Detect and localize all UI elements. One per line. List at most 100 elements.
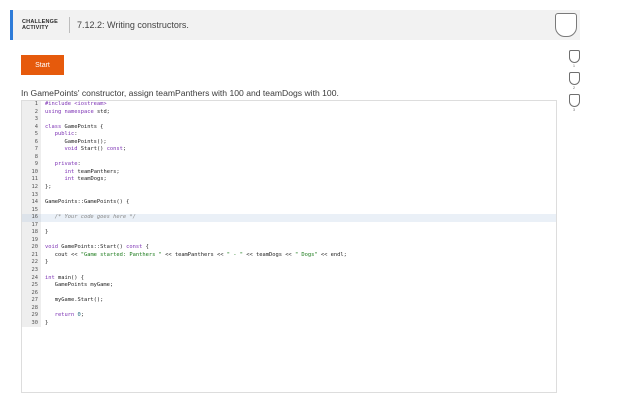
code-line[interactable]: 2 using namespace std;: [22, 108, 556, 117]
line-number: 28: [22, 304, 41, 313]
code-line[interactable]: 3: [22, 116, 556, 124]
code-text[interactable]: GamePoints myGame;: [41, 282, 113, 290]
code-text[interactable]: private:: [41, 161, 81, 169]
code-editor[interactable]: 1 #include <iostream> 2 using namespace std…: [21, 100, 557, 393]
level-indicator[interactable]: 2: [568, 72, 580, 91]
code-text[interactable]: [41, 192, 45, 200]
code-line[interactable]: 24 int main() {: [22, 274, 556, 283]
code-line[interactable]: 19: [22, 236, 556, 245]
line-number: 29: [22, 312, 41, 320]
code-line[interactable]: 11 int teamDogs;: [22, 176, 556, 185]
code-text[interactable]: }: [41, 229, 48, 237]
line-number: 4: [22, 123, 41, 132]
code-text[interactable]: class GamePoints {: [41, 124, 103, 132]
line-number: 11: [22, 176, 41, 185]
code-line[interactable]: 26: [22, 289, 556, 298]
line-number: 26: [22, 289, 41, 298]
level-number: 3: [573, 108, 575, 112]
line-number: 30: [22, 319, 41, 328]
level-shield-icon: [568, 50, 580, 63]
code-line[interactable]: 25 GamePoints myGame;: [22, 282, 556, 290]
code-line[interactable]: 29 return 0;: [22, 312, 556, 320]
code-text[interactable]: [41, 154, 45, 162]
line-number: 19: [22, 236, 41, 245]
code-text[interactable]: GamePoints::GamePoints() {: [41, 199, 129, 207]
code-line[interactable]: 7 void Start() const;: [22, 146, 556, 154]
code-line[interactable]: 6 GamePoints();: [22, 138, 556, 147]
code-text[interactable]: [41, 290, 45, 298]
line-number: 12: [22, 184, 41, 192]
code-text[interactable]: }: [41, 320, 48, 328]
challenge-header: CHALLENGE ACTIVITY 7.12.2: Writing const…: [10, 10, 580, 40]
code-line[interactable]: 22}: [22, 259, 556, 268]
code-text[interactable]: [41, 305, 45, 313]
completion-badge-icon: [555, 13, 577, 37]
level-shield-icon: [568, 94, 580, 107]
code-line[interactable]: 10 int teamPanthers;: [22, 168, 556, 177]
code-line[interactable]: 12};: [22, 184, 556, 192]
code-line[interactable]: 18}: [22, 229, 556, 237]
code-text[interactable]: #include <iostream>: [41, 101, 107, 109]
code-text[interactable]: myGame.Start();: [41, 297, 104, 305]
line-number: 23: [22, 267, 41, 275]
line-number: 7: [22, 146, 41, 154]
line-number: 27: [22, 297, 41, 305]
code-text[interactable]: using namespace std;: [41, 109, 110, 117]
code-line[interactable]: 23: [22, 267, 556, 275]
code-line[interactable]: 13: [22, 191, 556, 200]
level-shield-icon: [568, 72, 580, 85]
code-text[interactable]: };: [41, 184, 52, 192]
level-indicator[interactable]: 3: [568, 94, 580, 113]
code-line[interactable]: 21 cout << "Game started: Panthers " << …: [22, 251, 556, 260]
code-text[interactable]: [41, 267, 45, 275]
level-number: 2: [573, 86, 575, 90]
code-text[interactable]: void Start() const;: [41, 146, 126, 154]
code-line[interactable]: 20 void GamePoints::Start() const {: [22, 244, 556, 252]
line-number: 8: [22, 153, 41, 162]
code-text[interactable]: int main() {: [41, 275, 84, 283]
code-text[interactable]: GamePoints();: [41, 139, 106, 147]
code-line[interactable]: 4 class GamePoints {: [22, 123, 556, 132]
line-number: 13: [22, 191, 41, 200]
start-button[interactable]: Start: [21, 55, 64, 75]
code-line[interactable]: 8: [22, 153, 556, 162]
code-line[interactable]: 15: [22, 206, 556, 215]
code-text[interactable]: [41, 237, 45, 245]
code-line[interactable]: 14 GamePoints::GamePoints() {: [22, 199, 556, 207]
code-text[interactable]: [41, 207, 45, 215]
code-line[interactable]: 27 myGame.Start();: [22, 297, 556, 305]
code-text[interactable]: int teamDogs;: [41, 176, 106, 184]
activity-type-line2: ACTIVITY: [22, 25, 49, 31]
code-line[interactable]: 28: [22, 304, 556, 313]
line-number: 9: [22, 161, 41, 169]
line-number: 22: [22, 259, 41, 268]
code-text[interactable]: [41, 222, 45, 230]
header-divider: [69, 17, 70, 33]
code-text[interactable]: int teamPanthers;: [41, 169, 119, 177]
code-line[interactable]: 1 #include <iostream>: [22, 101, 556, 109]
code-line[interactable]: 16 /* Your code goes here */: [22, 214, 556, 222]
code-text[interactable]: void GamePoints::Start() const {: [41, 244, 149, 252]
line-number: 3: [22, 116, 41, 124]
code-text[interactable]: [41, 116, 45, 124]
line-number: 21: [22, 251, 41, 260]
code-line[interactable]: 17: [22, 221, 556, 230]
code-line[interactable]: 9 private:: [22, 161, 556, 169]
code-text[interactable]: /* Your code goes here */: [41, 214, 136, 222]
code-text[interactable]: cout << "Game started: Panthers " << tea…: [41, 252, 347, 260]
level-indicator[interactable]: 1: [568, 50, 580, 69]
line-number: 10: [22, 168, 41, 177]
code-line[interactable]: 30}: [22, 319, 556, 328]
code-line[interactable]: 5 public:: [22, 131, 556, 139]
code-text[interactable]: }: [41, 259, 48, 267]
code-text[interactable]: public:: [41, 131, 78, 139]
line-number: 25: [22, 282, 41, 290]
line-number: 2: [22, 108, 41, 117]
line-number: 16: [22, 214, 41, 222]
activity-type-label: CHALLENGE ACTIVITY: [13, 19, 69, 32]
line-number: 5: [22, 131, 41, 139]
level-indicators: 1 2 3: [568, 50, 580, 116]
line-number: 24: [22, 274, 41, 283]
code-text[interactable]: return 0;: [41, 312, 84, 320]
line-number: 20: [22, 244, 41, 252]
